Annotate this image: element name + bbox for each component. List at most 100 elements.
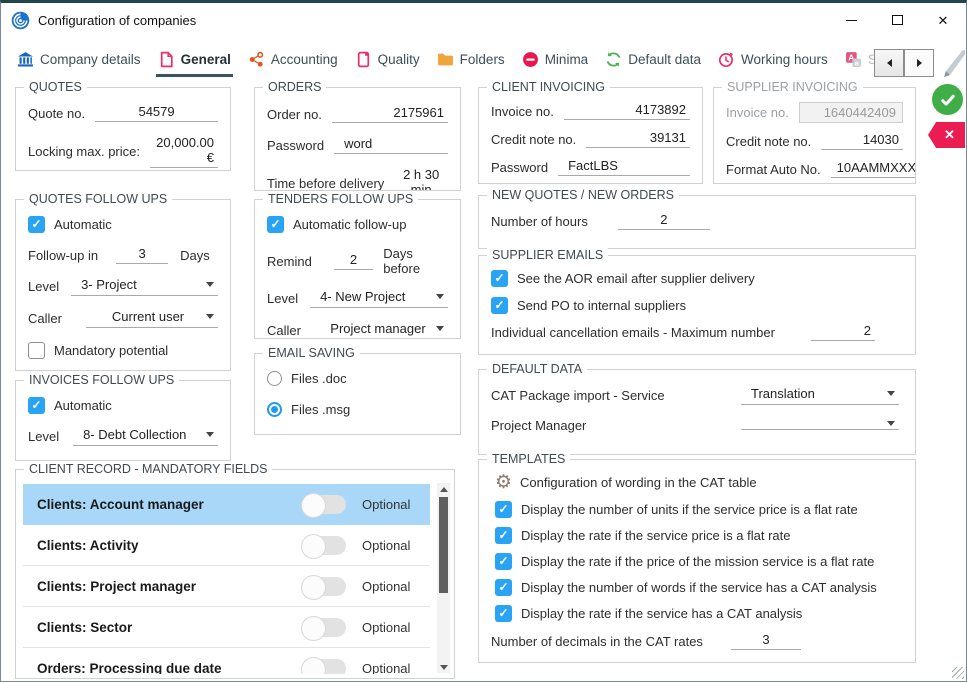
templates-section: TEMPLATES Configuration of wording in th… [478, 459, 916, 663]
tab-label: Default data [628, 52, 701, 67]
scrollbar-thumb[interactable] [439, 497, 448, 593]
tab-label: Folders [460, 52, 505, 67]
configuration-window: Configuration of companies ✕ Company det… [0, 0, 967, 682]
remind-days-input[interactable]: 2 [334, 252, 373, 270]
cancel-button[interactable] [928, 122, 965, 148]
level-dropdown[interactable]: 8- Debt Collection [73, 427, 218, 446]
quotes-follow-ups-section: QUOTES FOLLOW UPS Automatic Follow-up in… [15, 199, 231, 371]
order-no-label: Order no. [267, 107, 322, 122]
mandatory-toggle[interactable] [302, 495, 346, 514]
edit-pencil-icon[interactable] [937, 45, 965, 79]
send-po-label: Send PO to internal suppliers [517, 298, 686, 313]
check-icon [939, 91, 957, 109]
password-label: Password [491, 160, 548, 175]
followup-days-input[interactable]: 3 [116, 246, 168, 264]
project-manager-dropdown[interactable] [741, 421, 899, 430]
files-doc-label: Files .doc [291, 371, 347, 386]
minus-circle-icon [522, 51, 539, 68]
refresh-icon [605, 51, 622, 68]
password-input[interactable]: FactLBS [558, 158, 690, 176]
validate-button[interactable] [932, 84, 963, 115]
cat-decimals-label: Number of decimals in the CAT rates [491, 634, 703, 649]
resize-grip[interactable] [952, 667, 964, 679]
display-rate-cat-checkbox[interactable] [495, 605, 512, 622]
list-item[interactable]: Clients: Project manager Optional [23, 566, 430, 607]
cat-decimals-input[interactable]: 3 [731, 632, 801, 650]
cat-wording-config-link[interactable]: Configuration of wording in the CAT tabl… [520, 475, 757, 490]
format-auto-no-input[interactable]: 10AAMMXXX [831, 160, 915, 178]
maximize-button[interactable] [874, 3, 920, 37]
tab-minima[interactable]: Minima [520, 49, 591, 77]
automatic-checkbox[interactable] [28, 397, 45, 414]
tab-accounting[interactable]: Accounting [246, 49, 340, 77]
caller-dropdown[interactable]: Current user [86, 309, 218, 328]
level-value: 3- Project [81, 277, 200, 292]
close-button[interactable]: ✕ [920, 3, 966, 37]
list-item[interactable]: Orders: Processing due date Optional [23, 648, 430, 674]
caller-label: Caller [267, 323, 301, 338]
aor-email-checkbox[interactable] [491, 270, 508, 287]
cat-package-import-label: CAT Package import - Service [491, 388, 665, 403]
titlebar: Configuration of companies ✕ [1, 3, 966, 37]
tab-quality[interactable]: Quality [353, 49, 422, 77]
minimize-icon [846, 20, 857, 21]
level-dropdown[interactable]: 3- Project [71, 277, 218, 296]
send-po-checkbox[interactable] [491, 297, 508, 314]
chevron-down-icon [436, 326, 444, 331]
list-item[interactable]: Clients: Activity Optional [23, 525, 430, 566]
mandatory-toggle[interactable] [302, 618, 346, 637]
tab-folders[interactable]: Folders [435, 49, 507, 77]
files-doc-radio[interactable] [267, 371, 282, 386]
credit-note-no-input[interactable]: 39131 [586, 130, 690, 148]
cat-package-import-value: Translation [751, 386, 881, 401]
tab-default-data[interactable]: Default data [603, 49, 703, 77]
automatic-followup-checkbox[interactable] [267, 216, 284, 233]
tab-label: Accounting [271, 52, 338, 67]
quote-no-input[interactable]: 54579 [95, 104, 218, 122]
nodes-icon [248, 51, 265, 68]
caller-dropdown[interactable]: Project manager [316, 321, 448, 338]
bank-icon [17, 51, 34, 68]
mandatory-potential-checkbox[interactable] [28, 342, 45, 359]
scroll-up-icon[interactable] [437, 483, 450, 495]
list-scrollbar[interactable] [437, 483, 450, 673]
number-of-hours-input[interactable]: 2 [618, 212, 710, 230]
tab-company-details[interactable]: Company details [15, 49, 143, 77]
list-item[interactable]: Clients: Account manager Optional [23, 484, 430, 525]
section-title: CLIENT RECORD - MANDATORY FIELDS [24, 462, 272, 476]
level-value: 8- Debt Collection [83, 427, 200, 442]
time-before-delivery-input[interactable]: 2 h 30 min [394, 167, 448, 190]
record-next-button[interactable] [904, 49, 934, 77]
order-no-input[interactable]: 2175961 [332, 105, 448, 123]
level-dropdown[interactable]: 4- New Project [310, 289, 448, 308]
mandatory-toggle[interactable] [302, 659, 346, 675]
credit-note-no-input[interactable]: 14030 [821, 132, 903, 150]
scroll-down-icon[interactable] [437, 661, 450, 673]
locking-max-price-input[interactable]: 20,000.00 € [150, 135, 218, 168]
list-item[interactable]: Clients: Sector Optional [23, 607, 430, 648]
field-label: Orders: Processing due date [37, 661, 222, 675]
password-input[interactable]: word [334, 136, 448, 154]
display-rate-mission-checkbox[interactable] [495, 553, 512, 570]
automatic-label: Automatic [54, 217, 112, 232]
mandatory-toggle[interactable] [302, 577, 346, 596]
mandatory-toggle[interactable] [302, 536, 346, 555]
display-rate-flat-checkbox[interactable] [495, 527, 512, 544]
display-rate-mission-label: Display the rate if the price of the mis… [521, 554, 874, 569]
field-label: Clients: Account manager [37, 497, 204, 512]
field-state: Optional [362, 579, 420, 594]
minimize-button[interactable] [828, 3, 874, 37]
files-msg-radio[interactable] [267, 402, 282, 417]
record-previous-button[interactable] [874, 49, 904, 77]
supplier-invoicing-section: SUPPLIER INVOICING Invoice no. 164044240… [713, 87, 916, 184]
automatic-checkbox[interactable] [28, 216, 45, 233]
invoice-no-input[interactable]: 4173892 [564, 102, 690, 120]
tab-general[interactable]: General [156, 49, 233, 77]
cat-package-import-dropdown[interactable]: Translation [741, 386, 899, 405]
display-units-checkbox[interactable] [495, 501, 512, 518]
gear-icon[interactable] [495, 473, 512, 492]
display-words-cat-checkbox[interactable] [495, 579, 512, 596]
cancellation-emails-input[interactable]: 2 [811, 323, 875, 341]
chevron-down-icon [887, 391, 895, 396]
tab-working-hours[interactable]: Working hours [716, 49, 830, 77]
